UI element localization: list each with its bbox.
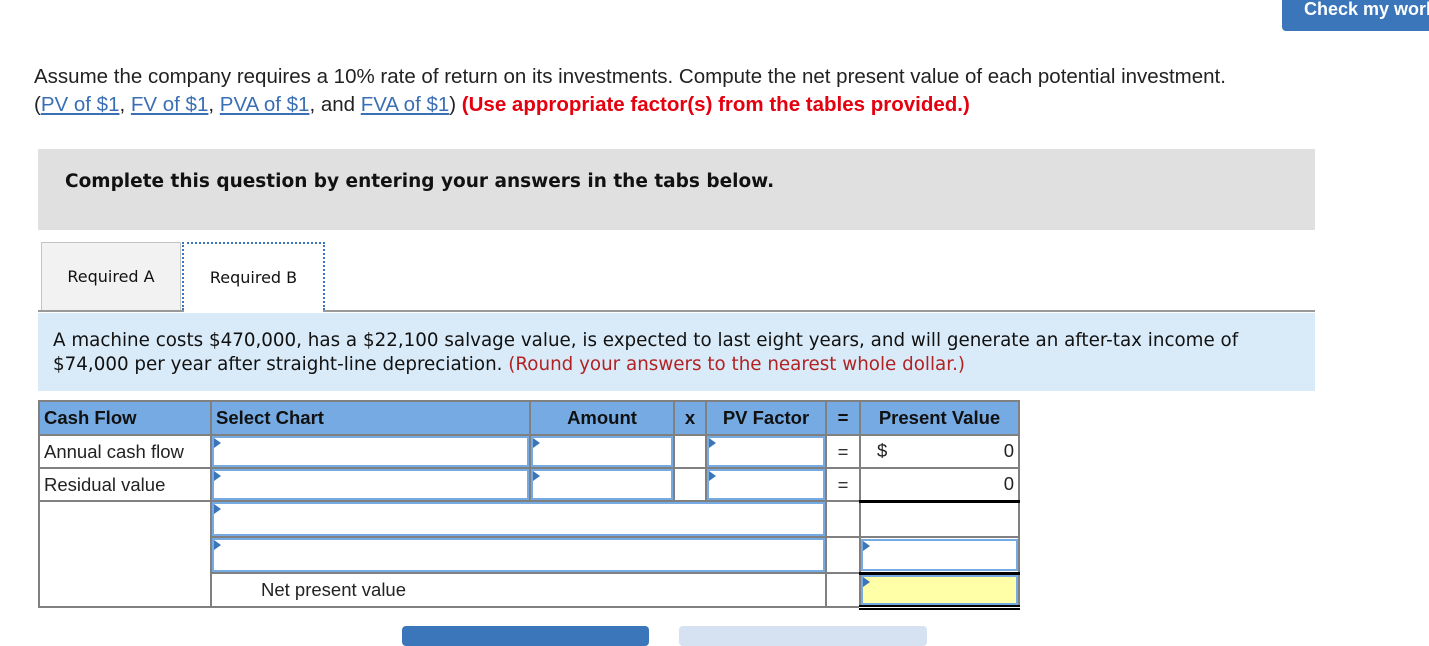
- npv-worksheet: Cash Flow Select Chart Amount x PV Facto…: [38, 400, 1020, 610]
- pv-factor-input[interactable]: [707, 436, 825, 467]
- header-multiply: x: [673, 400, 707, 436]
- select-chart-input[interactable]: [212, 436, 529, 467]
- prompt-text: Assume the company requires a 10% rate o…: [34, 65, 1226, 88]
- equals-sign: =: [825, 434, 861, 469]
- pv-factor-input[interactable]: [707, 469, 825, 500]
- instruction-banner: Complete this question by entering your …: [38, 149, 1315, 230]
- link-fv-of-1[interactable]: FV of $1: [131, 93, 209, 116]
- amount-input[interactable]: [531, 436, 673, 467]
- multiply-cell: [673, 434, 707, 469]
- check-my-work-button[interactable]: Check my work: [1282, 0, 1429, 31]
- separator: ,: [208, 93, 220, 116]
- prev-tab-button[interactable]: [402, 626, 649, 646]
- equals-sign: =: [825, 467, 861, 502]
- header-pv-factor: PV Factor: [705, 400, 827, 436]
- header-present-value: Present Value: [859, 400, 1020, 436]
- separator: ,: [119, 93, 131, 116]
- next-tab-button[interactable]: [679, 626, 927, 646]
- header-amount: Amount: [529, 400, 675, 436]
- npv-input[interactable]: [861, 574, 1018, 605]
- instruction-text: (Use appropriate factor(s) from the tabl…: [461, 93, 970, 116]
- problem-description: A machine costs $470,000, has a $22,100 …: [38, 313, 1315, 391]
- present-value-cell: $ 0: [859, 434, 1020, 469]
- npv-label: Net present value: [210, 572, 827, 608]
- header-cash-flow: Cash Flow: [38, 400, 212, 436]
- amount-input[interactable]: [531, 469, 673, 500]
- rounding-note: (Round your answers to the nearest whole…: [508, 354, 966, 375]
- active-tab-gap: [184, 310, 323, 312]
- tab-required-b[interactable]: Required B: [182, 242, 325, 310]
- present-value: 0: [1003, 440, 1014, 461]
- present-value: 0: [1003, 473, 1014, 494]
- question-prompt: Assume the company requires a 10% rate o…: [34, 63, 1424, 119]
- link-pv-of-1[interactable]: PV of $1: [41, 93, 120, 116]
- banner-text: Complete this question by entering your …: [65, 171, 775, 192]
- link-pva-of-1[interactable]: PVA of $1: [220, 93, 310, 116]
- present-value-cell: 0: [859, 467, 1020, 503]
- header-select-chart: Select Chart: [210, 400, 531, 436]
- empty-cell: [825, 500, 861, 538]
- currency-symbol: $: [877, 440, 888, 461]
- cash-flow-label: Residual value: [38, 467, 212, 502]
- empty-cell: [859, 500, 1020, 538]
- table-row: Annual cash flow = $ 0: [38, 434, 1020, 469]
- extra-value-input[interactable]: [861, 538, 1018, 571]
- empty-cell: [825, 572, 861, 608]
- table-header-row: Cash Flow Select Chart Amount x PV Facto…: [38, 400, 1020, 436]
- header-equals: =: [825, 400, 861, 436]
- extra-label-input[interactable]: [212, 502, 825, 536]
- select-chart-input[interactable]: [212, 469, 529, 500]
- empty-label-cell: [38, 500, 212, 608]
- empty-cell: [825, 536, 861, 574]
- separator: , and: [309, 93, 361, 116]
- table-row: [38, 500, 1020, 608]
- table-row: Residual value = 0: [38, 467, 1020, 503]
- paren: ): [449, 93, 457, 116]
- tab-required-a[interactable]: Required A: [41, 242, 181, 310]
- cash-flow-label: Annual cash flow: [38, 434, 212, 469]
- paren: (: [34, 93, 41, 116]
- multiply-cell: [673, 467, 707, 502]
- extra-label-input[interactable]: [212, 538, 825, 572]
- link-fva-of-1[interactable]: FVA of $1: [361, 93, 450, 116]
